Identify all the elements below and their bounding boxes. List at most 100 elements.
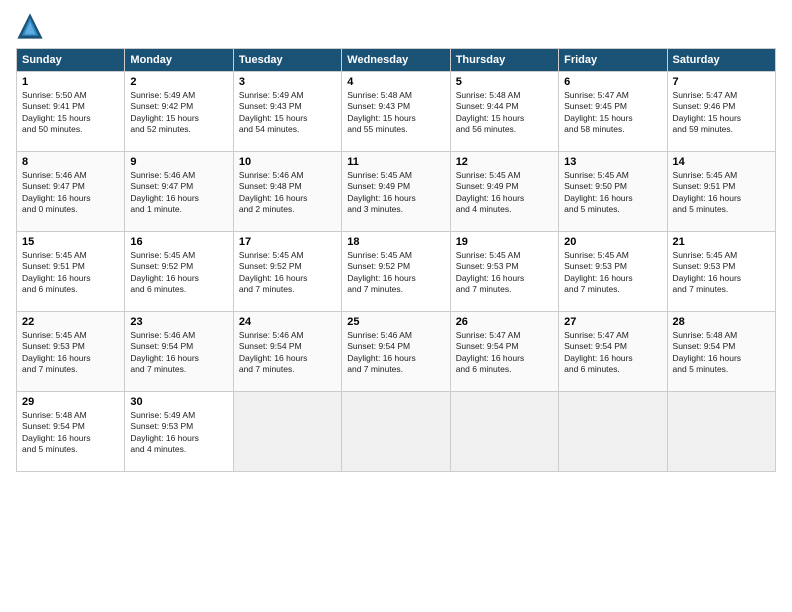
- day-info: Sunrise: 5:45 AMSunset: 9:53 PMDaylight:…: [673, 250, 770, 296]
- day-number: 10: [239, 156, 336, 168]
- day-info: Sunrise: 5:45 AMSunset: 9:53 PMDaylight:…: [456, 250, 553, 296]
- day-info: Sunrise: 5:49 AMSunset: 9:43 PMDaylight:…: [239, 90, 336, 136]
- calendar-cell: 24Sunrise: 5:46 AMSunset: 9:54 PMDayligh…: [233, 312, 341, 392]
- day-number: 29: [22, 396, 119, 408]
- day-number: 27: [564, 316, 661, 328]
- day-info: Sunrise: 5:45 AMSunset: 9:50 PMDaylight:…: [564, 170, 661, 216]
- day-info: Sunrise: 5:49 AMSunset: 9:42 PMDaylight:…: [130, 90, 227, 136]
- calendar-cell: 27 Sunrise: 5:47 AMSunset: 9:54 PMDayligh…: [559, 312, 667, 392]
- day-info: Sunrise: 5:46 AMSunset: 9:48 PMDaylight:…: [239, 170, 336, 216]
- day-info: Sunrise: 5:45 AMSunset: 9:52 PMDaylight:…: [347, 250, 444, 296]
- day-number: 15: [22, 236, 119, 248]
- day-info: Sunrise: 5:48 AMSunset: 9:54 PMDaylight:…: [22, 410, 119, 456]
- day-number: 9: [130, 156, 227, 168]
- day-info: Sunrise: 5:45 AMSunset: 9:49 PMDaylight:…: [456, 170, 553, 216]
- day-of-week-header: Sunday: [17, 49, 125, 72]
- day-info: Sunrise: 5:45 AMSunset: 9:53 PMDaylight:…: [564, 250, 661, 296]
- day-info: Sunrise: 5:48 AMSunset: 9:43 PMDaylight:…: [347, 90, 444, 136]
- page: SundayMondayTuesdayWednesdayThursdayFrid…: [0, 0, 792, 612]
- day-info: Sunrise: 5:45 AMSunset: 9:52 PMDaylight:…: [239, 250, 336, 296]
- day-info: Sunrise: 5:46 AMSunset: 9:54 PMDaylight:…: [239, 330, 336, 376]
- day-number: 21: [673, 236, 770, 248]
- calendar-cell: 11 Sunrise: 5:45 AMSunset: 9:49 PMDayligh…: [342, 152, 450, 232]
- day-info: Sunrise: 5:47 AMSunset: 9:45 PMDaylight:…: [564, 90, 661, 136]
- logo-icon: [16, 12, 44, 40]
- day-number: 22: [22, 316, 119, 328]
- day-of-week-header: Thursday: [450, 49, 558, 72]
- day-info: Sunrise: 5:48 AMSunset: 9:44 PMDaylight:…: [456, 90, 553, 136]
- day-number: 18: [347, 236, 444, 248]
- calendar-cell: 20 Sunrise: 5:45 AMSunset: 9:53 PMDayligh…: [559, 232, 667, 312]
- day-number: 4: [347, 76, 444, 88]
- calendar-cell: 12 Sunrise: 5:45 AMSunset: 9:49 PMDayligh…: [450, 152, 558, 232]
- day-number: 2: [130, 76, 227, 88]
- day-info: Sunrise: 5:45 AMSunset: 9:53 PMDaylight:…: [22, 330, 119, 376]
- day-number: 23: [130, 316, 227, 328]
- day-number: 13: [564, 156, 661, 168]
- day-of-week-header: Saturday: [667, 49, 775, 72]
- calendar-cell: [667, 392, 775, 472]
- day-of-week-header: Tuesday: [233, 49, 341, 72]
- calendar-cell: 26 Sunrise: 5:47 AMSunset: 9:54 PMDayligh…: [450, 312, 558, 392]
- day-number: 11: [347, 156, 444, 168]
- day-number: 16: [130, 236, 227, 248]
- calendar-cell: [559, 392, 667, 472]
- day-number: 19: [456, 236, 553, 248]
- calendar-cell: 19 Sunrise: 5:45 AMSunset: 9:53 PMDayligh…: [450, 232, 558, 312]
- day-info: Sunrise: 5:50 AMSunset: 9:41 PMDaylight:…: [22, 90, 119, 136]
- day-number: 26: [456, 316, 553, 328]
- day-number: 25: [347, 316, 444, 328]
- logo: [16, 12, 46, 40]
- day-number: 28: [673, 316, 770, 328]
- day-info: Sunrise: 5:45 AMSunset: 9:51 PMDaylight:…: [673, 170, 770, 216]
- day-of-week-header: Monday: [125, 49, 233, 72]
- day-of-week-header: Wednesday: [342, 49, 450, 72]
- calendar-cell: 23 Sunrise: 5:46 AMSunset: 9:54 PMDayligh…: [125, 312, 233, 392]
- calendar-cell: 28 Sunrise: 5:48 AMSunset: 9:54 PMDayligh…: [667, 312, 775, 392]
- day-info: Sunrise: 5:46 AMSunset: 9:54 PMDaylight:…: [347, 330, 444, 376]
- calendar-cell: 15 Sunrise: 5:45 AMSunset: 9:51 PMDayligh…: [17, 232, 125, 312]
- day-number: 3: [239, 76, 336, 88]
- day-number: 30: [130, 396, 227, 408]
- day-info: Sunrise: 5:47 AMSunset: 9:54 PMDaylight:…: [456, 330, 553, 376]
- day-info: Sunrise: 5:45 AMSunset: 9:52 PMDaylight:…: [130, 250, 227, 296]
- day-of-week-header: Friday: [559, 49, 667, 72]
- calendar-table: SundayMondayTuesdayWednesdayThursdayFrid…: [16, 48, 776, 472]
- day-number: 5: [456, 76, 553, 88]
- day-info: Sunrise: 5:46 AMSunset: 9:54 PMDaylight:…: [130, 330, 227, 376]
- calendar-cell: 9 Sunrise: 5:46 AMSunset: 9:47 PMDaylight…: [125, 152, 233, 232]
- day-info: Sunrise: 5:46 AMSunset: 9:47 PMDaylight:…: [130, 170, 227, 216]
- calendar-cell: 14 Sunrise: 5:45 AMSunset: 9:51 PMDayligh…: [667, 152, 775, 232]
- day-info: Sunrise: 5:45 AMSunset: 9:51 PMDaylight:…: [22, 250, 119, 296]
- header: [16, 12, 776, 40]
- calendar-cell: 8 Sunrise: 5:46 AMSunset: 9:47 PMDaylight…: [17, 152, 125, 232]
- calendar-cell: 10 Sunrise: 5:46 AMSunset: 9:48 PMDayligh…: [233, 152, 341, 232]
- calendar-cell: 22 Sunrise: 5:45 AMSunset: 9:53 PMDayligh…: [17, 312, 125, 392]
- calendar-cell: 4 Sunrise: 5:48 AMSunset: 9:43 PMDaylight…: [342, 72, 450, 152]
- day-number: 1: [22, 76, 119, 88]
- calendar-cell: [450, 392, 558, 472]
- day-info: Sunrise: 5:46 AMSunset: 9:47 PMDaylight:…: [22, 170, 119, 216]
- day-number: 20: [564, 236, 661, 248]
- calendar-cell: 25 Sunrise: 5:46 AMSunset: 9:54 PMDayligh…: [342, 312, 450, 392]
- calendar-cell: 6Sunrise: 5:47 AMSunset: 9:45 PMDaylight…: [559, 72, 667, 152]
- day-info: Sunrise: 5:45 AMSunset: 9:49 PMDaylight:…: [347, 170, 444, 216]
- day-number: 8: [22, 156, 119, 168]
- calendar-cell: [342, 392, 450, 472]
- calendar-cell: 1 Sunrise: 5:50 AMSunset: 9:41 PMDaylight…: [17, 72, 125, 152]
- day-info: Sunrise: 5:47 AMSunset: 9:54 PMDaylight:…: [564, 330, 661, 376]
- day-number: 14: [673, 156, 770, 168]
- day-number: 7: [673, 76, 770, 88]
- calendar-cell: 16 Sunrise: 5:45 AMSunset: 9:52 PMDayligh…: [125, 232, 233, 312]
- day-info: Sunrise: 5:47 AMSunset: 9:46 PMDaylight:…: [673, 90, 770, 136]
- calendar-cell: 3 Sunrise: 5:49 AMSunset: 9:43 PMDaylight…: [233, 72, 341, 152]
- calendar-cell: 17 Sunrise: 5:45 AMSunset: 9:52 PMDayligh…: [233, 232, 341, 312]
- calendar-cell: 30Sunrise: 5:49 AMSunset: 9:53 PMDayligh…: [125, 392, 233, 472]
- calendar-cell: [233, 392, 341, 472]
- calendar-cell: 7 Sunrise: 5:47 AMSunset: 9:46 PMDaylight…: [667, 72, 775, 152]
- day-number: 12: [456, 156, 553, 168]
- day-info: Sunrise: 5:48 AMSunset: 9:54 PMDaylight:…: [673, 330, 770, 376]
- day-number: 17: [239, 236, 336, 248]
- calendar-cell: 5 Sunrise: 5:48 AMSunset: 9:44 PMDaylight…: [450, 72, 558, 152]
- calendar-cell: 21 Sunrise: 5:45 AMSunset: 9:53 PMDayligh…: [667, 232, 775, 312]
